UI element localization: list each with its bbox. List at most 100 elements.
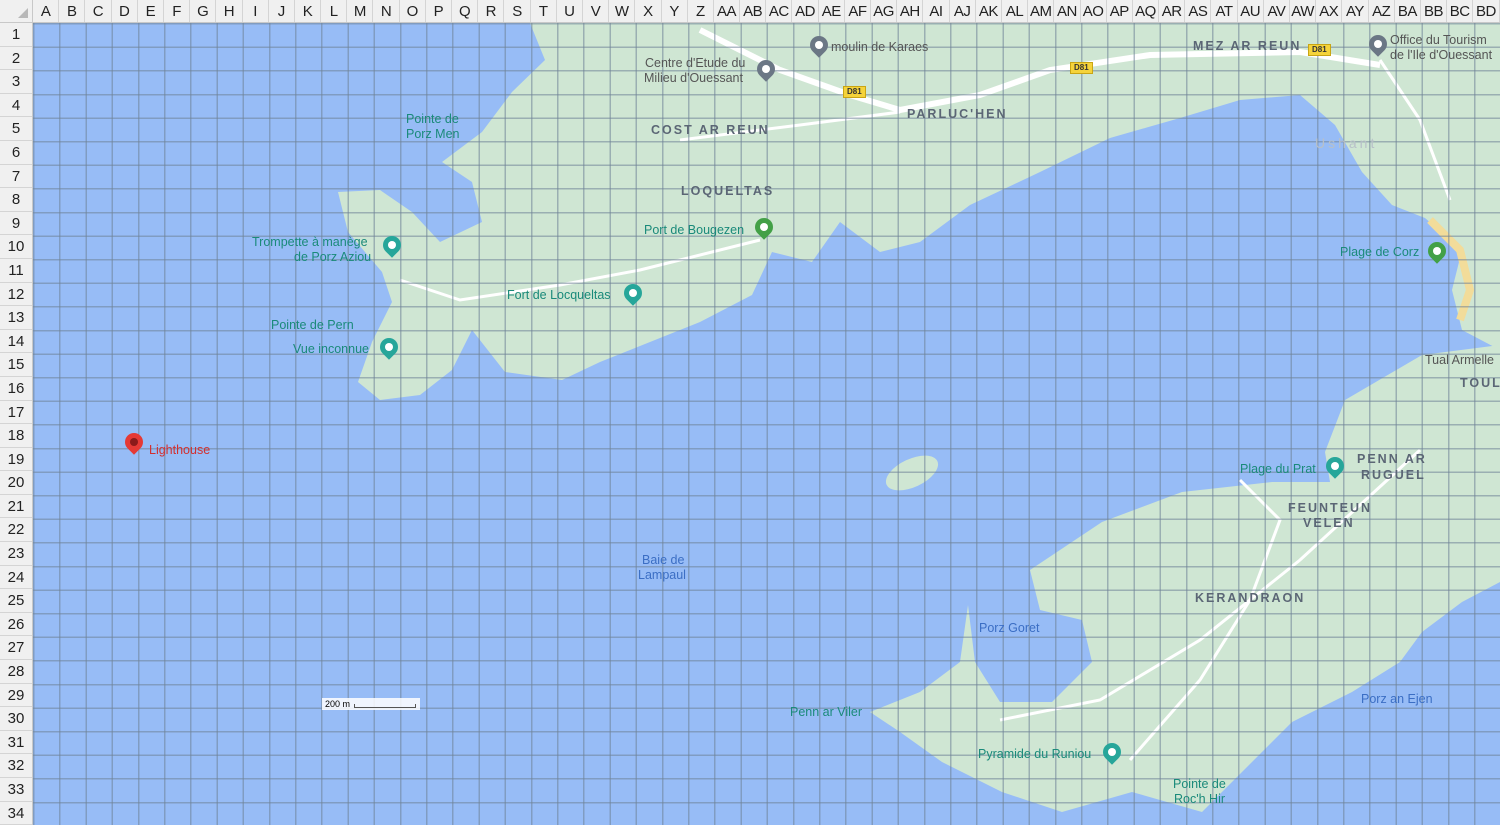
column-header[interactable]: AK	[976, 0, 1002, 22]
column-header[interactable]: AY	[1342, 0, 1369, 22]
row-header[interactable]: 31	[0, 731, 32, 755]
column-header[interactable]: AW	[1290, 0, 1317, 22]
row-header[interactable]: 24	[0, 566, 32, 590]
column-header[interactable]: U	[557, 0, 583, 22]
column-header[interactable]: M	[347, 0, 374, 22]
row-header[interactable]: 15	[0, 353, 32, 377]
column-header[interactable]: AM	[1028, 0, 1055, 22]
column-headers[interactable]: A B C D E F G H I J K L M N O P Q R S T U V W X Y Z AA AB AC AD AE AF AG…	[33, 0, 1500, 23]
column-header[interactable]: Q	[452, 0, 479, 22]
place-label: de Porz Aziou	[294, 250, 372, 264]
column-header[interactable]: AO	[1081, 0, 1107, 22]
row-header[interactable]: 22	[0, 518, 32, 543]
row-header[interactable]: 28	[0, 660, 32, 684]
row-header[interactable]: 30	[0, 707, 32, 731]
column-header[interactable]: BC	[1447, 0, 1474, 22]
column-header[interactable]: V	[583, 0, 610, 22]
column-header[interactable]: AU	[1238, 0, 1264, 22]
row-header[interactable]: 6	[0, 141, 32, 165]
row-header[interactable]: 19	[0, 448, 32, 472]
column-header[interactable]: AI	[923, 0, 950, 22]
column-header[interactable]: AP	[1107, 0, 1133, 22]
column-header[interactable]: BD	[1473, 0, 1500, 22]
column-header[interactable]: AJ	[950, 0, 976, 22]
row-header[interactable]: 13	[0, 306, 32, 330]
column-header[interactable]: A	[33, 0, 60, 22]
row-header[interactable]: 5	[0, 117, 32, 141]
row-header[interactable]: 17	[0, 401, 32, 425]
column-header[interactable]: AH	[897, 0, 924, 22]
row-header[interactable]: 20	[0, 471, 32, 495]
row-header[interactable]: 33	[0, 778, 32, 802]
place-label: PARLUC'HEN	[907, 107, 1008, 121]
column-header[interactable]: AF	[845, 0, 871, 22]
column-header[interactable]: AL	[1002, 0, 1029, 22]
row-header[interactable]: 21	[0, 495, 32, 519]
row-header[interactable]: 7	[0, 165, 32, 189]
column-header[interactable]: R	[478, 0, 505, 22]
row-header[interactable]: 23	[0, 542, 32, 566]
column-header[interactable]: K	[295, 0, 322, 22]
row-header[interactable]: 4	[0, 94, 32, 118]
column-header[interactable]: J	[269, 0, 295, 22]
column-header[interactable]: AE	[819, 0, 845, 22]
row-header[interactable]: 29	[0, 684, 32, 708]
place-label: Porz Men	[406, 127, 460, 141]
row-header[interactable]: 25	[0, 589, 32, 613]
column-header[interactable]: T	[531, 0, 557, 22]
row-header[interactable]: 14	[0, 330, 32, 354]
column-header[interactable]: C	[85, 0, 112, 22]
road-shield: D81	[1308, 44, 1331, 56]
row-header[interactable]: 3	[0, 70, 32, 94]
water-label: Baie de	[642, 553, 685, 567]
row-header[interactable]: 11	[0, 259, 32, 283]
row-header[interactable]: 18	[0, 424, 32, 448]
column-header[interactable]: AB	[740, 0, 767, 22]
column-header[interactable]: L	[321, 0, 348, 22]
road-shield: D81	[843, 86, 866, 98]
column-header[interactable]: AV	[1264, 0, 1290, 22]
column-header[interactable]: W	[609, 0, 636, 22]
column-header[interactable]: AA	[714, 0, 741, 22]
column-header[interactable]: AZ	[1369, 0, 1395, 22]
row-header[interactable]: 34	[0, 802, 32, 825]
column-header[interactable]: O	[400, 0, 426, 22]
column-header[interactable]: P	[426, 0, 452, 22]
column-header[interactable]: D	[112, 0, 138, 22]
row-header[interactable]: 9	[0, 212, 32, 236]
map-image[interactable]: Lighthouse moulin de Karaes Centre d'Etu…	[33, 23, 1500, 825]
column-header[interactable]: F	[164, 0, 191, 22]
row-header[interactable]: 26	[0, 613, 32, 637]
column-header[interactable]: I	[243, 0, 269, 22]
column-header[interactable]: AD	[792, 0, 819, 22]
column-header[interactable]: X	[635, 0, 662, 22]
column-header[interactable]: E	[138, 0, 164, 22]
row-header[interactable]: 12	[0, 283, 32, 307]
row-header[interactable]: 1	[0, 23, 32, 47]
column-header[interactable]: Z	[688, 0, 714, 22]
column-header[interactable]: H	[216, 0, 243, 22]
column-header[interactable]: AN	[1054, 0, 1081, 22]
row-header[interactable]: 10	[0, 235, 32, 259]
column-header[interactable]: Y	[662, 0, 688, 22]
column-header[interactable]: AC	[766, 0, 793, 22]
column-header[interactable]: AR	[1159, 0, 1186, 22]
column-header[interactable]: BA	[1395, 0, 1421, 22]
column-header[interactable]: S	[504, 0, 531, 22]
column-header[interactable]: AG	[871, 0, 898, 22]
column-header[interactable]: N	[373, 0, 400, 22]
row-headers[interactable]: 1 2 3 4 5 6 7 8 9 10 11 12 13 14 15 16 17 18 19 20 21 22 23 24 2…	[0, 23, 33, 825]
row-header[interactable]: 8	[0, 188, 32, 212]
column-header[interactable]: AX	[1316, 0, 1343, 22]
column-header[interactable]: AS	[1185, 0, 1212, 22]
row-header[interactable]: 32	[0, 754, 32, 778]
column-header[interactable]: G	[190, 0, 217, 22]
column-header[interactable]: BB	[1421, 0, 1448, 22]
column-header[interactable]: AQ	[1133, 0, 1160, 22]
row-header[interactable]: 27	[0, 636, 32, 661]
row-header[interactable]: 2	[0, 47, 32, 71]
column-header[interactable]: AT	[1211, 0, 1238, 22]
row-header[interactable]: 16	[0, 377, 32, 401]
select-all-corner[interactable]	[0, 0, 33, 23]
column-header[interactable]: B	[59, 0, 86, 22]
